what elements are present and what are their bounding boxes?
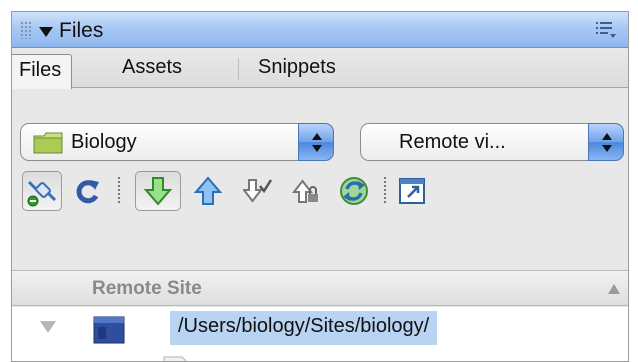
- check-in-button[interactable]: [286, 171, 326, 211]
- tab-snippets[interactable]: Snippets: [248, 52, 346, 84]
- site-select-value: Biology: [71, 131, 137, 153]
- stepper-up-icon: [312, 133, 322, 140]
- remote-path-label: /Users/biology/Sites/biology/: [170, 311, 438, 345]
- site-select-stepper[interactable]: [298, 123, 334, 161]
- check-in-icon: [291, 179, 318, 203]
- panel-content: Biology Remote vi... Remote Site /Users/…: [12, 89, 628, 361]
- connect-button[interactable]: [22, 171, 62, 211]
- folder-icon: [33, 132, 63, 154]
- synchronize-button[interactable]: [334, 171, 374, 211]
- drag-grip-icon[interactable]: [20, 21, 32, 39]
- get-files-icon: [144, 177, 172, 206]
- refresh-icon: [76, 180, 99, 204]
- view-select[interactable]: Remote vi...: [360, 123, 624, 161]
- connect-icon: [27, 180, 57, 207]
- panel-tabs: Files Assets Snippets: [12, 48, 628, 89]
- synchronize-icon: [340, 177, 368, 205]
- refresh-button[interactable]: [68, 171, 108, 211]
- stepper-up-icon: [602, 133, 612, 140]
- file-icon: [163, 356, 187, 361]
- column-header[interactable]: Remote Site: [12, 270, 628, 306]
- sort-ascending-icon[interactable]: [608, 284, 620, 294]
- check-out-icon: [243, 179, 273, 203]
- remote-site-icon: [93, 316, 125, 344]
- files-panel: Files Files Assets Snippets Biology Remo…: [11, 11, 629, 362]
- expand-icon: [399, 178, 425, 204]
- tab-assets[interactable]: Assets: [112, 52, 192, 84]
- disclosure-triangle-icon[interactable]: [40, 321, 56, 333]
- toolbar-divider: [384, 177, 386, 205]
- view-select-value: Remote vi...: [399, 131, 506, 153]
- get-files-button[interactable]: [135, 171, 181, 211]
- list-item[interactable]: /Users/biology/Sites/biology/: [12, 307, 628, 361]
- collapse-triangle-icon[interactable]: [39, 27, 53, 37]
- stepper-down-icon: [602, 145, 612, 152]
- tab-divider: [238, 58, 239, 80]
- toolbar-divider: [118, 177, 120, 205]
- panel-title-bar[interactable]: Files: [12, 12, 628, 48]
- files-toolbar: [12, 169, 628, 213]
- stepper-down-icon: [312, 145, 322, 152]
- panel-options-icon[interactable]: [596, 21, 618, 39]
- panel-title: Files: [59, 19, 104, 42]
- tab-files[interactable]: Files: [12, 54, 73, 89]
- put-files-icon: [194, 176, 222, 205]
- check-out-button[interactable]: [238, 171, 278, 211]
- view-select-stepper[interactable]: [588, 123, 624, 161]
- site-select[interactable]: Biology: [20, 123, 334, 161]
- expand-button[interactable]: [392, 171, 432, 211]
- column-header-label: Remote Site: [92, 278, 202, 299]
- file-list[interactable]: /Users/biology/Sites/biology/: [12, 307, 628, 361]
- put-files-button[interactable]: [188, 171, 228, 211]
